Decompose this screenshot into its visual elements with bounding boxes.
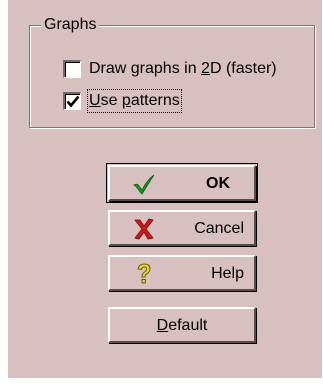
use-patterns-label[interactable]: Use patterns <box>87 89 182 113</box>
ok-button-label: OK <box>206 175 230 192</box>
draw-2d-checkbox[interactable] <box>63 60 81 78</box>
ok-button[interactable]: OK <box>106 163 258 203</box>
help-button-label: Help <box>211 265 244 282</box>
draw-2d-option[interactable]: Draw graphs in 2D (faster) <box>63 57 277 81</box>
cancel-button[interactable]: Cancel <box>108 210 256 246</box>
checkmark-icon <box>66 95 80 108</box>
options-dialog-panel: Graphs Draw graphs in 2D (faster) Use pa… <box>8 0 323 378</box>
cancel-button-label: Cancel <box>194 220 244 237</box>
use-patterns-checkbox[interactable] <box>63 92 81 110</box>
default-button[interactable]: Default <box>108 307 256 343</box>
help-button[interactable]: Help <box>108 255 256 291</box>
graphs-group-title: Graphs <box>41 15 100 35</box>
red-x-icon <box>134 218 154 240</box>
green-checkmark-icon <box>133 174 155 195</box>
use-patterns-option[interactable]: Use patterns <box>63 89 182 113</box>
yellow-question-mark-icon <box>137 263 151 284</box>
default-button-label: Default <box>156 317 208 334</box>
draw-2d-label[interactable]: Draw graphs in 2D (faster) <box>89 59 277 79</box>
